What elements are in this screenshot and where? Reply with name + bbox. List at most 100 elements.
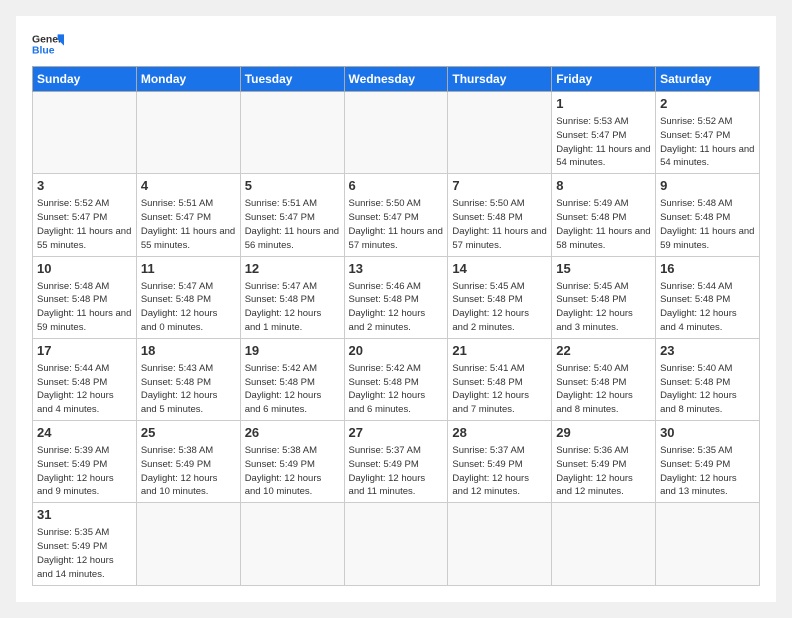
- day-info: Sunrise: 5:41 AMSunset: 5:48 PMDaylight:…: [452, 362, 547, 417]
- calendar-week-row: 10 Sunrise: 5:48 AMSunset: 5:48 PMDayligh…: [33, 256, 760, 338]
- day-info: Sunrise: 5:50 AMSunset: 5:48 PMDaylight:…: [452, 197, 547, 252]
- day-info: Sunrise: 5:44 AMSunset: 5:48 PMDaylight:…: [37, 362, 132, 417]
- col-header-tuesday: Tuesday: [240, 67, 344, 92]
- day-info: Sunrise: 5:36 AMSunset: 5:49 PMDaylight:…: [556, 444, 651, 499]
- general-blue-logo-icon: General Blue: [32, 28, 64, 60]
- day-number: 3: [37, 177, 132, 195]
- day-info: Sunrise: 5:37 AMSunset: 5:49 PMDaylight:…: [452, 444, 547, 499]
- calendar-header-row: SundayMondayTuesdayWednesdayThursdayFrid…: [33, 67, 760, 92]
- day-number: 18: [141, 342, 236, 360]
- day-number: 11: [141, 260, 236, 278]
- calendar-cell: 24Sunrise: 5:39 AMSunset: 5:49 PMDayligh…: [33, 421, 137, 503]
- calendar-week-row: 17 Sunrise: 5:44 AMSunset: 5:48 PMDayligh…: [33, 338, 760, 420]
- day-info: Sunrise: 5:47 AMSunset: 5:48 PMDaylight:…: [141, 280, 236, 335]
- day-info: Sunrise: 5:46 AMSunset: 5:48 PMDaylight:…: [349, 280, 444, 335]
- calendar-cell: [448, 92, 552, 174]
- calendar-cell: 23 Sunrise: 5:40 AMSunset: 5:48 PMDayligh…: [656, 338, 760, 420]
- day-number: 6: [349, 177, 444, 195]
- calendar-cell: 27 Sunrise: 5:37 AMSunset: 5:49 PMDayligh…: [344, 421, 448, 503]
- calendar-cell: 15 Sunrise: 5:45 AMSunset: 5:48 PMDayligh…: [552, 256, 656, 338]
- calendar-cell: 17 Sunrise: 5:44 AMSunset: 5:48 PMDayligh…: [33, 338, 137, 420]
- calendar-cell: 5Sunrise: 5:51 AMSunset: 5:47 PMDaylight…: [240, 174, 344, 256]
- day-number: 22: [556, 342, 651, 360]
- calendar-cell: 10 Sunrise: 5:48 AMSunset: 5:48 PMDayligh…: [33, 256, 137, 338]
- calendar-cell: [240, 503, 344, 585]
- day-info: Sunrise: 5:52 AMSunset: 5:47 PMDaylight:…: [37, 197, 132, 252]
- calendar-cell: 3 Sunrise: 5:52 AMSunset: 5:47 PMDaylight…: [33, 174, 137, 256]
- calendar-week-row: 1Sunrise: 5:53 AMSunset: 5:47 PMDaylight…: [33, 92, 760, 174]
- calendar-cell: 8Sunrise: 5:49 AMSunset: 5:48 PMDaylight…: [552, 174, 656, 256]
- day-info: Sunrise: 5:51 AMSunset: 5:47 PMDaylight:…: [141, 197, 236, 252]
- calendar-cell: 11 Sunrise: 5:47 AMSunset: 5:48 PMDayligh…: [136, 256, 240, 338]
- calendar-cell: 28Sunrise: 5:37 AMSunset: 5:49 PMDayligh…: [448, 421, 552, 503]
- calendar-cell: 2Sunrise: 5:52 AMSunset: 5:47 PMDaylight…: [656, 92, 760, 174]
- day-info: Sunrise: 5:45 AMSunset: 5:48 PMDaylight:…: [556, 280, 651, 335]
- day-info: Sunrise: 5:40 AMSunset: 5:48 PMDaylight:…: [556, 362, 651, 417]
- day-number: 5: [245, 177, 340, 195]
- logo: General Blue: [32, 28, 64, 60]
- calendar-cell: [344, 92, 448, 174]
- calendar-cell: 22 Sunrise: 5:40 AMSunset: 5:48 PMDayligh…: [552, 338, 656, 420]
- header: General Blue: [32, 28, 760, 60]
- day-number: 13: [349, 260, 444, 278]
- day-number: 29: [556, 424, 651, 442]
- calendar-cell: 12 Sunrise: 5:47 AMSunset: 5:48 PMDayligh…: [240, 256, 344, 338]
- day-info: Sunrise: 5:50 AMSunset: 5:47 PMDaylight:…: [349, 197, 444, 252]
- day-number: 23: [660, 342, 755, 360]
- calendar-cell: 13 Sunrise: 5:46 AMSunset: 5:48 PMDayligh…: [344, 256, 448, 338]
- day-info: Sunrise: 5:44 AMSunset: 5:48 PMDaylight:…: [660, 280, 755, 335]
- day-number: 12: [245, 260, 340, 278]
- calendar-cell: 30Sunrise: 5:35 AMSunset: 5:49 PMDayligh…: [656, 421, 760, 503]
- calendar-table: SundayMondayTuesdayWednesdayThursdayFrid…: [32, 66, 760, 586]
- day-number: 25: [141, 424, 236, 442]
- calendar-cell: 21 Sunrise: 5:41 AMSunset: 5:48 PMDayligh…: [448, 338, 552, 420]
- day-info: Sunrise: 5:35 AMSunset: 5:49 PMDaylight:…: [37, 526, 132, 581]
- col-header-wednesday: Wednesday: [344, 67, 448, 92]
- calendar-cell: 4 Sunrise: 5:51 AMSunset: 5:47 PMDaylight…: [136, 174, 240, 256]
- calendar-cell: [136, 92, 240, 174]
- day-number: 4: [141, 177, 236, 195]
- day-info: Sunrise: 5:49 AMSunset: 5:48 PMDaylight:…: [556, 197, 651, 252]
- day-info: Sunrise: 5:48 AMSunset: 5:48 PMDaylight:…: [660, 197, 755, 252]
- calendar-cell: 31Sunrise: 5:35 AMSunset: 5:49 PMDayligh…: [33, 503, 137, 585]
- day-info: Sunrise: 5:48 AMSunset: 5:48 PMDaylight:…: [37, 280, 132, 335]
- calendar-cell: [240, 92, 344, 174]
- day-info: Sunrise: 5:45 AMSunset: 5:48 PMDaylight:…: [452, 280, 547, 335]
- day-number: 15: [556, 260, 651, 278]
- day-number: 7: [452, 177, 547, 195]
- day-info: Sunrise: 5:43 AMSunset: 5:48 PMDaylight:…: [141, 362, 236, 417]
- day-number: 20: [349, 342, 444, 360]
- svg-text:Blue: Blue: [32, 46, 55, 57]
- calendar-cell: 6 Sunrise: 5:50 AMSunset: 5:47 PMDaylight…: [344, 174, 448, 256]
- calendar-week-row: 3 Sunrise: 5:52 AMSunset: 5:47 PMDaylight…: [33, 174, 760, 256]
- day-info: Sunrise: 5:52 AMSunset: 5:47 PMDaylight:…: [660, 115, 755, 170]
- day-info: Sunrise: 5:42 AMSunset: 5:48 PMDaylight:…: [349, 362, 444, 417]
- day-number: 30: [660, 424, 755, 442]
- day-info: Sunrise: 5:47 AMSunset: 5:48 PMDaylight:…: [245, 280, 340, 335]
- day-number: 17: [37, 342, 132, 360]
- calendar-cell: 1Sunrise: 5:53 AMSunset: 5:47 PMDaylight…: [552, 92, 656, 174]
- day-number: 19: [245, 342, 340, 360]
- day-number: 27: [349, 424, 444, 442]
- col-header-saturday: Saturday: [656, 67, 760, 92]
- day-number: 10: [37, 260, 132, 278]
- calendar-cell: 25Sunrise: 5:38 AMSunset: 5:49 PMDayligh…: [136, 421, 240, 503]
- calendar-cell: 14Sunrise: 5:45 AMSunset: 5:48 PMDayligh…: [448, 256, 552, 338]
- day-number: 1: [556, 95, 651, 113]
- calendar-cell: 19 Sunrise: 5:42 AMSunset: 5:48 PMDayligh…: [240, 338, 344, 420]
- calendar-cell: 29 Sunrise: 5:36 AMSunset: 5:49 PMDayligh…: [552, 421, 656, 503]
- day-number: 21: [452, 342, 547, 360]
- calendar-cell: [656, 503, 760, 585]
- day-info: Sunrise: 5:42 AMSunset: 5:48 PMDaylight:…: [245, 362, 340, 417]
- day-info: Sunrise: 5:40 AMSunset: 5:48 PMDaylight:…: [660, 362, 755, 417]
- calendar-cell: 16Sunrise: 5:44 AMSunset: 5:48 PMDayligh…: [656, 256, 760, 338]
- calendar-cell: [33, 92, 137, 174]
- calendar-cell: 7 Sunrise: 5:50 AMSunset: 5:48 PMDaylight…: [448, 174, 552, 256]
- day-info: Sunrise: 5:37 AMSunset: 5:49 PMDaylight:…: [349, 444, 444, 499]
- calendar-week-row: 31Sunrise: 5:35 AMSunset: 5:49 PMDayligh…: [33, 503, 760, 585]
- calendar-cell: 26Sunrise: 5:38 AMSunset: 5:49 PMDayligh…: [240, 421, 344, 503]
- calendar-cell: [552, 503, 656, 585]
- col-header-monday: Monday: [136, 67, 240, 92]
- calendar-cell: 18 Sunrise: 5:43 AMSunset: 5:48 PMDayligh…: [136, 338, 240, 420]
- day-number: 26: [245, 424, 340, 442]
